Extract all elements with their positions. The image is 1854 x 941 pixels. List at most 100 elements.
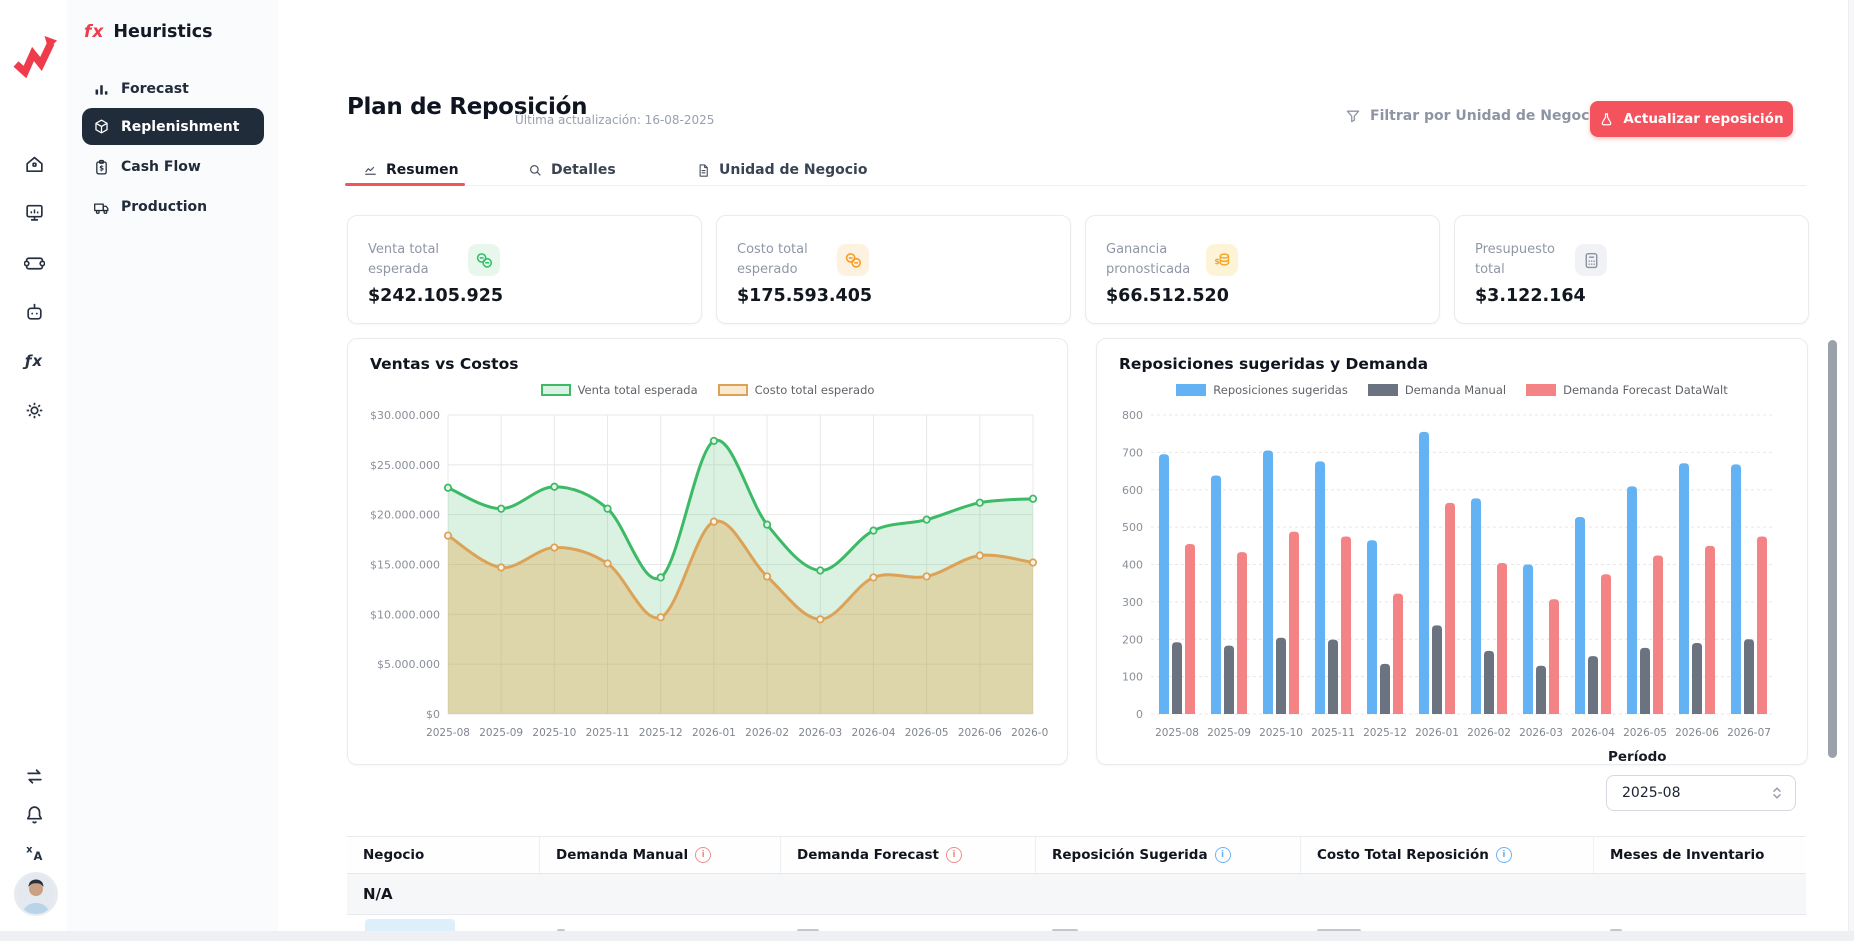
reposiciones-demanda-chart-card: Reposiciones sugeridas y Demanda Reposic… xyxy=(1096,338,1808,765)
svg-text:2026-02: 2026-02 xyxy=(745,727,789,739)
filter-by-business-unit-button[interactable]: Filtrar por Unidad de Negocio xyxy=(1345,108,1604,124)
period-select[interactable]: 2025-08 xyxy=(1606,775,1796,811)
svg-text:x: x xyxy=(26,844,33,855)
svg-text:700: 700 xyxy=(1122,446,1143,459)
info-icon[interactable]: i xyxy=(946,847,962,863)
gear-icon[interactable] xyxy=(15,391,53,429)
reposiciones-demanda-chart: 01002003004005006007008002025-082025-092… xyxy=(1111,401,1789,746)
svg-text:$: $ xyxy=(99,164,104,172)
tab-unidad-de-negocio[interactable]: Unidad de Negocio xyxy=(696,155,867,185)
chart-title: Ventas vs Costos xyxy=(370,355,518,373)
calculator-icon xyxy=(1575,244,1607,276)
sidebar-item-production[interactable]: Production xyxy=(82,190,264,224)
app-sidebar: fx Heuristics Forecast Replenishment $ C… xyxy=(67,0,279,941)
transfer-arrows-icon[interactable] xyxy=(15,757,53,795)
ventas-vs-costos-chart: $0$5.000.000$10.000.000$15.000.000$20.00… xyxy=(362,401,1049,746)
kpi-value: $242.105.925 xyxy=(368,286,503,306)
svg-text:2026-07: 2026-07 xyxy=(1727,727,1771,739)
legend-item[interactable]: Costo total esperado xyxy=(718,383,875,397)
table-header-row: Negocio Demanda Manuali Demanda Forecast… xyxy=(347,837,1806,874)
info-icon[interactable]: i xyxy=(1215,847,1231,863)
sidebar-item-forecast[interactable]: Forecast xyxy=(82,72,264,106)
kpi-value: $66.512.520 xyxy=(1106,286,1229,306)
kpi-card-ganancia: Ganancia pronosticada $ $66.512.520 xyxy=(1085,215,1440,324)
home-icon[interactable] xyxy=(15,145,53,183)
svg-text:2026-03: 2026-03 xyxy=(798,727,842,739)
svg-text:2026-02: 2026-02 xyxy=(1467,727,1511,739)
last-update-text: Última actualización: 16-08-2025 xyxy=(515,113,714,127)
svg-text:2025-11: 2025-11 xyxy=(586,727,630,739)
active-tab-underline xyxy=(345,183,465,186)
flask-icon xyxy=(1599,112,1614,127)
svg-text:500: 500 xyxy=(1122,521,1143,534)
chart-title: Reposiciones sugeridas y Demanda xyxy=(1119,355,1428,373)
svg-text:100: 100 xyxy=(1122,671,1143,684)
sidebar-item-cash-flow[interactable]: $ Cash Flow xyxy=(82,150,264,184)
fx-icon[interactable]: ƒx xyxy=(15,342,53,380)
truck-icon xyxy=(93,199,110,216)
coins-icon xyxy=(468,244,500,276)
search-icon xyxy=(528,163,543,178)
brand-logo[interactable] xyxy=(11,30,59,82)
app-window: ƒx x A xyxy=(0,0,1854,941)
line-chart-legend: Venta total esperada Costo total esperado xyxy=(348,383,1067,397)
app-title-text: Heuristics xyxy=(113,22,212,42)
kpi-value: $175.593.405 xyxy=(737,286,872,306)
ticket-icon[interactable] xyxy=(15,244,53,282)
svg-text:600: 600 xyxy=(1122,484,1143,497)
clipboard-dollar-icon: $ xyxy=(93,159,110,176)
scrollbar-thumb[interactable] xyxy=(1828,340,1837,758)
dollar-stack-icon: $ xyxy=(1206,244,1238,276)
col-reposicion-sugerida: Reposición Sugeridai xyxy=(1035,837,1300,873)
package-icon xyxy=(93,118,110,135)
legend-item[interactable]: Demanda Manual xyxy=(1368,383,1506,397)
table-group-row: N/A xyxy=(347,874,1806,915)
svg-text:2026-04: 2026-04 xyxy=(1571,727,1615,739)
svg-text:800: 800 xyxy=(1122,409,1143,422)
svg-text:2025-12: 2025-12 xyxy=(639,727,683,739)
icon-rail: ƒx x A xyxy=(0,0,68,941)
bar-chart-legend: Reposiciones sugeridas Demanda Manual Dema… xyxy=(1097,383,1807,397)
translate-icon[interactable]: x A xyxy=(15,833,53,871)
sidebar-item-replenishment[interactable]: Replenishment xyxy=(82,108,264,145)
kpi-card-costo-total: Costo total esperado $175.593.405 xyxy=(716,215,1071,324)
svg-text:2025-11: 2025-11 xyxy=(1311,727,1355,739)
info-icon[interactable]: i xyxy=(1496,847,1512,863)
tab-detalles[interactable]: Detalles xyxy=(528,155,616,185)
svg-text:$10.000.000: $10.000.000 xyxy=(370,608,440,621)
legend-item[interactable]: Demanda Forecast DataWalt xyxy=(1526,383,1728,397)
monitor-icon[interactable] xyxy=(15,193,53,231)
svg-text:2025-10: 2025-10 xyxy=(1259,727,1303,739)
bell-icon[interactable] xyxy=(15,795,53,833)
col-negocio: Negocio xyxy=(347,837,539,873)
info-icon[interactable]: i xyxy=(695,847,711,863)
update-replenishment-button[interactable]: Actualizar reposición xyxy=(1590,101,1793,137)
svg-text:$15.000.000: $15.000.000 xyxy=(370,559,440,572)
kpi-card-presupuesto: Presupuesto total $3.122.164 xyxy=(1454,215,1809,324)
bot-icon[interactable] xyxy=(15,293,53,331)
fx-brand-icon: fx xyxy=(84,22,104,42)
svg-text:2026-03: 2026-03 xyxy=(1519,727,1563,739)
svg-text:2026-07: 2026-07 xyxy=(1011,727,1049,739)
app-title: fx Heuristics xyxy=(84,22,213,42)
svg-text:2025-10: 2025-10 xyxy=(532,727,576,739)
svg-text:2026-04: 2026-04 xyxy=(852,727,896,739)
svg-text:$20.000.000: $20.000.000 xyxy=(370,509,440,522)
user-avatar[interactable] xyxy=(14,872,58,916)
svg-text:2026-05: 2026-05 xyxy=(905,727,949,739)
svg-text:$0: $0 xyxy=(426,708,440,721)
svg-text:400: 400 xyxy=(1122,559,1143,572)
right-gutter xyxy=(1848,0,1854,931)
tab-resumen[interactable]: Resumen xyxy=(363,155,459,185)
bottom-strip xyxy=(0,931,1854,941)
document-icon xyxy=(696,163,711,178)
col-demanda-manual: Demanda Manuali xyxy=(539,837,780,873)
main-content: Plan de Reposición Última actualización:… xyxy=(278,0,1854,941)
col-costo-total: Costo Total Reposicióni xyxy=(1300,837,1593,873)
svg-text:2026-06: 2026-06 xyxy=(958,727,1002,739)
tabs-divider xyxy=(347,185,1806,186)
legend-item[interactable]: Venta total esperada xyxy=(541,383,698,397)
svg-text:2025-08: 2025-08 xyxy=(426,727,470,739)
legend-item[interactable]: Reposiciones sugeridas xyxy=(1176,383,1348,397)
svg-text:2025-08: 2025-08 xyxy=(1155,727,1199,739)
